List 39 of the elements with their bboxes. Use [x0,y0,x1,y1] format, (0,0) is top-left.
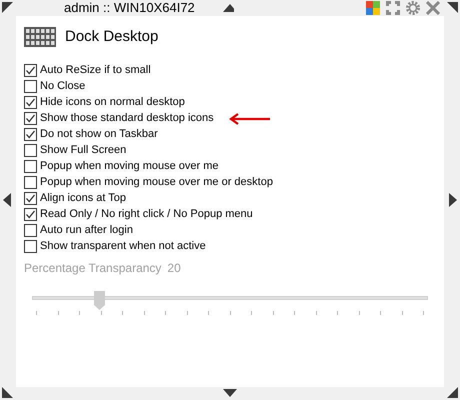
checkbox[interactable] [24,240,37,253]
checkbox[interactable] [24,128,37,141]
transparency-label: Percentage Transparancy 20 [24,260,182,276]
dock-right-icon[interactable] [449,193,457,207]
panel-title: Dock Desktop [65,27,158,47]
close-icon[interactable] [426,1,440,15]
checkbox-label: Popup when moving mouse over me or desktop [40,175,273,190]
dock-left-icon[interactable] [3,193,11,207]
checkbox-label: Show those standard desktop icons [40,111,214,126]
window-title: admin :: WIN10X64I72 [64,0,195,15]
checkbox-label: Do not show on Taskbar [40,127,158,142]
checkbox-label: Hide icons on normal desktop [40,95,185,110]
checkbox-label: Align icons at Top [40,191,126,206]
checkbox[interactable] [24,224,37,237]
resize-handle-icon[interactable] [2,387,13,398]
dock-down-icon[interactable] [223,389,237,397]
checkbox[interactable] [24,96,37,109]
settings-icon[interactable] [406,1,420,15]
resize-handle-icon[interactable] [447,387,458,398]
checkbox[interactable] [24,144,37,157]
checkbox[interactable] [24,112,37,125]
checkbox-label: No Close [40,79,86,94]
checkbox[interactable] [24,208,37,221]
resize-handle-icon[interactable] [447,2,458,13]
checkbox-label: Read Only / No right click / No Popup menu [40,207,253,222]
checkbox-label: Show transparent when not active [40,239,206,254]
checkbox[interactable] [24,192,37,205]
checkbox-label: Auto run after login [40,223,133,238]
checkbox[interactable] [24,64,37,77]
fullscreen-icon[interactable] [386,1,400,15]
keyboard-icon [24,27,56,48]
checkbox[interactable] [24,160,37,173]
checkbox-label: Popup when moving mouse over me [40,159,219,174]
checkbox[interactable] [24,176,37,189]
checkbox[interactable] [24,80,37,93]
checkbox-label: Show Full Screen [40,143,126,158]
resize-handle-icon[interactable] [2,2,13,13]
checkbox-label: Auto ReSize if to small [40,63,151,78]
dock-up-icon[interactable] [223,4,234,12]
